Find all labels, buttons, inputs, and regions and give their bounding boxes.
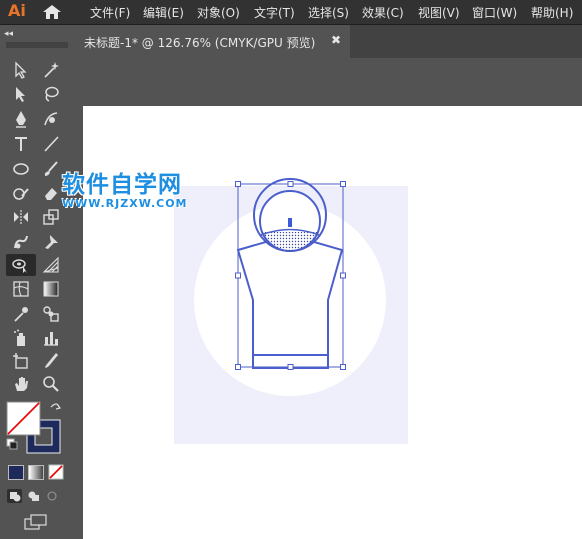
watermark: 软件自学网 WWW.RJZXW.COM <box>62 172 188 210</box>
watermark-title: 软件自学网 <box>62 172 182 198</box>
watermark-url: WWW.RJZXW.COM <box>62 197 188 210</box>
face-mark <box>288 218 292 227</box>
artwork[interactable] <box>0 0 582 539</box>
